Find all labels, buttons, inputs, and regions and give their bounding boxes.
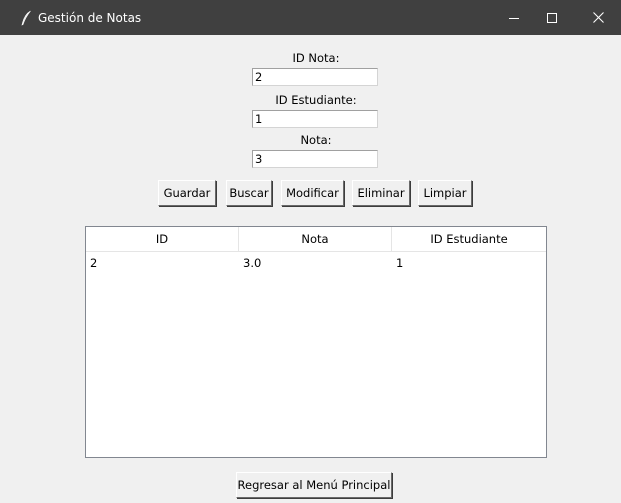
id-nota-label: ID Nota:	[292, 51, 340, 65]
id-nota-field[interactable]: 2	[252, 68, 378, 86]
notas-table[interactable]: ID Nota ID Estudiante 2 3.0 1	[85, 226, 547, 458]
guardar-button[interactable]: Guardar	[158, 180, 216, 206]
id-estudiante-label: ID Estudiante:	[275, 93, 357, 107]
column-header-id-estudiante[interactable]: ID Estudiante	[392, 227, 546, 252]
table-cell-id: 2	[90, 256, 98, 270]
window-title: Gestión de Notas	[38, 11, 142, 25]
maximize-icon	[547, 12, 557, 23]
regresar-menu-button[interactable]: Regresar al Menú Principal	[236, 472, 392, 498]
title-bar[interactable]: Gestión de Notas	[0, 0, 621, 35]
column-header-nota[interactable]: Nota	[239, 227, 392, 252]
main-window: Gestión de Notas ID Nota: 2 ID Estudiant…	[0, 0, 621, 503]
eliminar-button[interactable]: Eliminar	[352, 180, 410, 206]
table-row[interactable]: 2 3.0 1	[86, 254, 546, 272]
modificar-button[interactable]: Modificar	[281, 180, 344, 206]
nota-label: Nota:	[300, 133, 332, 147]
id-estudiante-field[interactable]: 1	[252, 110, 378, 128]
buscar-button[interactable]: Buscar	[226, 180, 272, 206]
table-cell-id-estudiante: 1	[396, 256, 404, 270]
close-icon	[592, 12, 604, 23]
nota-field[interactable]: 3	[252, 150, 378, 168]
maximize-button[interactable]	[529, 0, 575, 35]
close-button[interactable]	[575, 0, 621, 35]
limpiar-button[interactable]: Limpiar	[418, 180, 472, 206]
feather-icon	[20, 10, 32, 26]
minimize-icon	[509, 13, 519, 23]
table-header: ID Nota ID Estudiante	[86, 227, 546, 252]
column-header-id[interactable]: ID	[86, 227, 239, 252]
table-cell-nota: 3.0	[243, 256, 262, 270]
